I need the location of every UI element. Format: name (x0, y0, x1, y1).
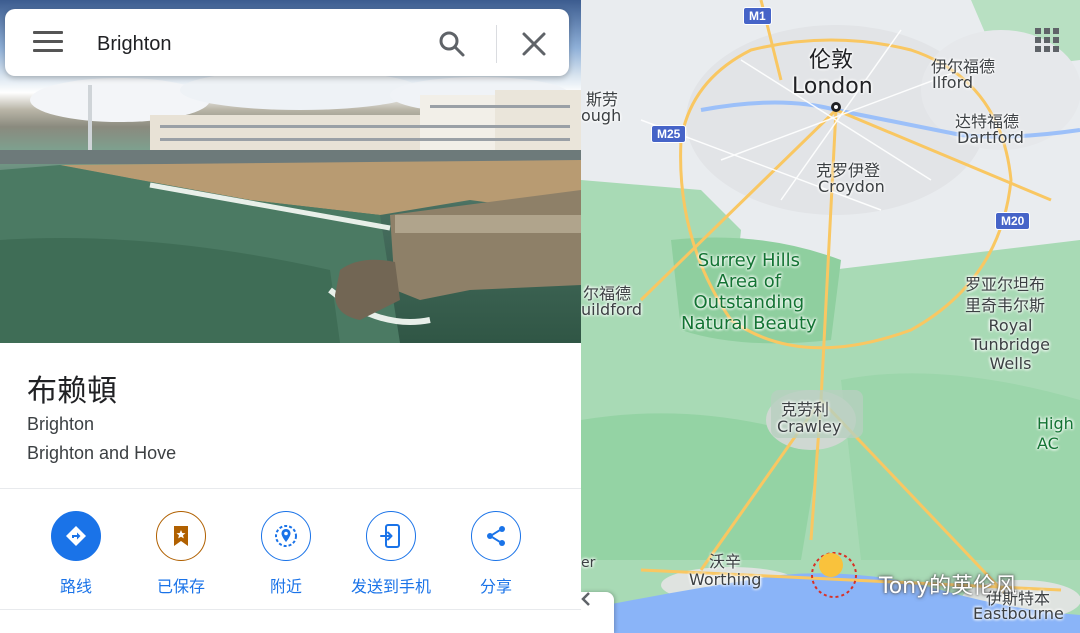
divider (0, 609, 581, 610)
send-to-phone-label: 发送到手机 (350, 577, 431, 596)
collapse-panel-button[interactable] (581, 592, 614, 633)
road-shield-m20: M20 (995, 212, 1031, 230)
place-panel: 布赖頓 Brighton Brighton and Hove 路线 已保存 (0, 0, 581, 633)
share-button[interactable]: 分享 (441, 511, 551, 597)
label-slough-en: ough (581, 106, 622, 125)
directions-button[interactable]: 路线 (21, 511, 131, 597)
place-english-name: Brighton (27, 414, 95, 434)
search-input[interactable] (95, 27, 419, 61)
watermark: Tony的英伦风 (879, 574, 1018, 599)
share-icon (471, 511, 521, 561)
place-title: 布赖頓 (27, 374, 117, 409)
label-surrey-hills: Surrey Hills Area of Outstanding Natural… (681, 250, 817, 334)
bookmark-icon (156, 511, 206, 561)
label-ilford-en: Ilford (932, 73, 974, 92)
send-to-phone-button[interactable]: 发送到手机 (336, 511, 446, 597)
place-region: Brighton and Hove (27, 443, 177, 463)
label-dartford-en: Dartford (957, 128, 1024, 147)
close-icon[interactable] (519, 29, 549, 59)
divider (0, 488, 581, 489)
nearby-label: 附近 (269, 577, 302, 596)
saved-button[interactable]: 已保存 (126, 511, 236, 597)
search-bar (5, 9, 569, 76)
label-edge-partial: er (581, 555, 596, 571)
nearby-button[interactable]: 附近 (231, 511, 341, 597)
label-crawley-en: Crawley (777, 417, 842, 436)
road-shield-m1: M1 (743, 7, 772, 25)
label-tunbridge-cn: 罗亚尔坦布 里奇韦尔斯 (965, 275, 1046, 315)
label-guildford-en: uildford (581, 300, 643, 319)
nearby-icon (261, 511, 311, 561)
apps-grid-icon[interactable] (1034, 27, 1060, 53)
send-to-phone-icon (366, 511, 416, 561)
directions-label: 路线 (59, 577, 92, 596)
directions-icon (51, 511, 101, 561)
hamburger-menu-icon[interactable] (33, 31, 63, 55)
map-canvas[interactable]: M1 M25 M20 伦敦 London 伊尔福德 Ilford 达特福德 Da… (581, 0, 1080, 633)
label-tunbridge-en: Royal Tunbridge Wells (971, 316, 1050, 373)
saved-label: 已保存 (156, 577, 205, 596)
search-divider (496, 25, 497, 63)
share-label: 分享 (479, 577, 512, 596)
search-icon[interactable] (437, 29, 467, 59)
label-high-weald-partial: High AC (1037, 414, 1074, 453)
label-croydon-en: Croydon (818, 177, 885, 196)
label-worthing-cn: 沃辛 (709, 552, 742, 571)
label-worthing-en: Worthing (689, 570, 762, 589)
label-london-cn: 伦敦 (809, 48, 854, 73)
label-london-en: London (792, 74, 873, 99)
label-eastbourne-en: Eastbourne (973, 604, 1064, 623)
road-shield-m25: M25 (651, 125, 687, 143)
